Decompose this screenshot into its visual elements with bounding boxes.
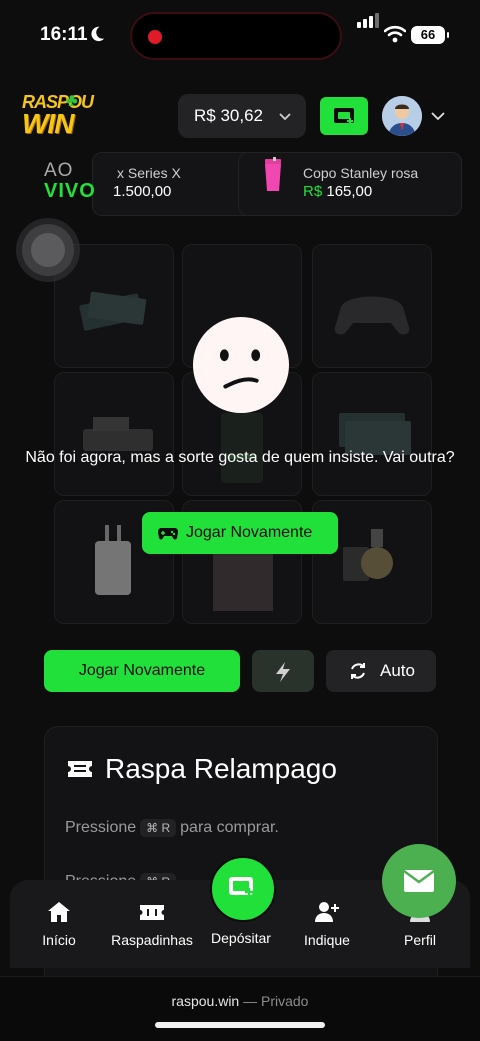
auto-button[interactable]: Auto — [326, 650, 436, 692]
mail-fab[interactable] — [382, 844, 456, 918]
auto-label: Auto — [380, 661, 415, 680]
ticket-icon — [68, 761, 92, 777]
live-label-bottom: VIVO — [44, 180, 96, 202]
hint-prefix: Pressione — [65, 819, 137, 836]
deposit-icon — [229, 877, 253, 896]
mail-icon — [403, 870, 435, 892]
home-icon — [48, 902, 70, 922]
live-item: Copo Stanley rosa R$ 165,00 — [238, 152, 462, 216]
balance-dropdown[interactable]: R$ 30,62 — [178, 94, 306, 138]
live-item-name: Copo Stanley rosa — [303, 165, 419, 181]
nav-item-raspadinhas[interactable]: Raspadinhas — [107, 900, 197, 948]
app-logo[interactable]: RASPOU ♣ WIN — [22, 90, 94, 140]
live-item-price: R$ 165,00 — [303, 183, 372, 200]
recording-indicator-icon — [148, 30, 162, 44]
ticket-icon — [140, 905, 164, 920]
nav-label: Indique — [304, 932, 350, 948]
battery-indicator: 66 — [411, 26, 449, 44]
home-indicator[interactable] — [155, 1022, 325, 1028]
play-again-button[interactable]: Jogar Novamente — [44, 650, 240, 692]
currency-label: R$ — [303, 183, 323, 200]
browser-domain: raspou.win — [171, 993, 240, 1009]
moon-icon — [91, 26, 105, 42]
grid-cell — [312, 244, 432, 368]
deposit-fab[interactable] — [210, 856, 276, 922]
deposit-button[interactable] — [318, 95, 370, 137]
browser-url[interactable]: raspou.win — Privado — [0, 993, 480, 1009]
browser-mode: Privado — [261, 993, 309, 1009]
turbo-button[interactable] — [252, 650, 314, 692]
nav-label: Raspadinhas — [111, 932, 193, 948]
logo-text-bottom: WIN — [22, 108, 74, 139]
grid-cell — [54, 372, 174, 496]
lightning-icon — [276, 662, 290, 682]
nav-label: Perfil — [404, 932, 436, 948]
avatar-person-icon — [382, 96, 422, 136]
shortcut-hint: Pressione ⌘ Rpara comprar. — [65, 819, 279, 837]
nav-label-depositar[interactable]: Depósitar — [196, 930, 286, 946]
confused-face-icon — [192, 316, 290, 414]
gamepad-icon — [158, 528, 178, 540]
hint-suffix: para comprar. — [180, 819, 279, 836]
add-user-icon — [315, 902, 339, 922]
grid-cell — [54, 244, 174, 368]
shortcut-key: ⌘ R — [140, 819, 177, 837]
wallet-plus-icon — [334, 108, 354, 124]
wifi-icon — [384, 25, 406, 43]
nav-label: Início — [42, 932, 76, 948]
play-again-overlay-button[interactable]: Jogar Novamente — [142, 512, 338, 554]
live-item-price: 1.500,00 — [113, 183, 172, 200]
cash-bills-image — [79, 291, 147, 331]
profile-menu-chevron-icon[interactable] — [430, 108, 446, 124]
raspa-title: Raspa Relampago — [105, 753, 337, 784]
floating-assistive-button[interactable] — [22, 224, 74, 276]
browser-address-bar[interactable]: raspou.win — Privado — [0, 976, 480, 1041]
price-value: 165,00 — [326, 183, 373, 200]
live-item-name: x Series X — [117, 165, 181, 181]
gamepad-image — [334, 296, 410, 335]
dynamic-island — [130, 12, 342, 60]
balance-value: R$ 30,62 — [194, 106, 263, 125]
device-image — [83, 417, 153, 451]
result-message: Não foi agora, mas a sorte gosta de quem… — [25, 449, 455, 466]
stanley-cup-image — [265, 157, 281, 191]
cash-bills-image — [339, 413, 411, 455]
refresh-icon — [351, 663, 365, 679]
status-time: 16:11 — [40, 24, 88, 45]
avatar[interactable] — [382, 96, 422, 136]
browser-separator: — — [243, 993, 258, 1009]
live-label-top: AO — [44, 160, 74, 181]
grid-cell — [312, 372, 432, 496]
nav-item-indique[interactable]: Indique — [282, 900, 372, 948]
scratch-grid — [40, 228, 448, 626]
chevron-down-icon — [279, 113, 291, 121]
play-again-overlay-label: Jogar Novamente — [186, 524, 313, 541]
live-feed: x Series X 1.500,00 Copo Stanley rosa R$… — [40, 152, 462, 216]
status-bar: 16:11 66 — [0, 0, 480, 72]
nav-item-inicio[interactable]: Início — [14, 900, 104, 948]
